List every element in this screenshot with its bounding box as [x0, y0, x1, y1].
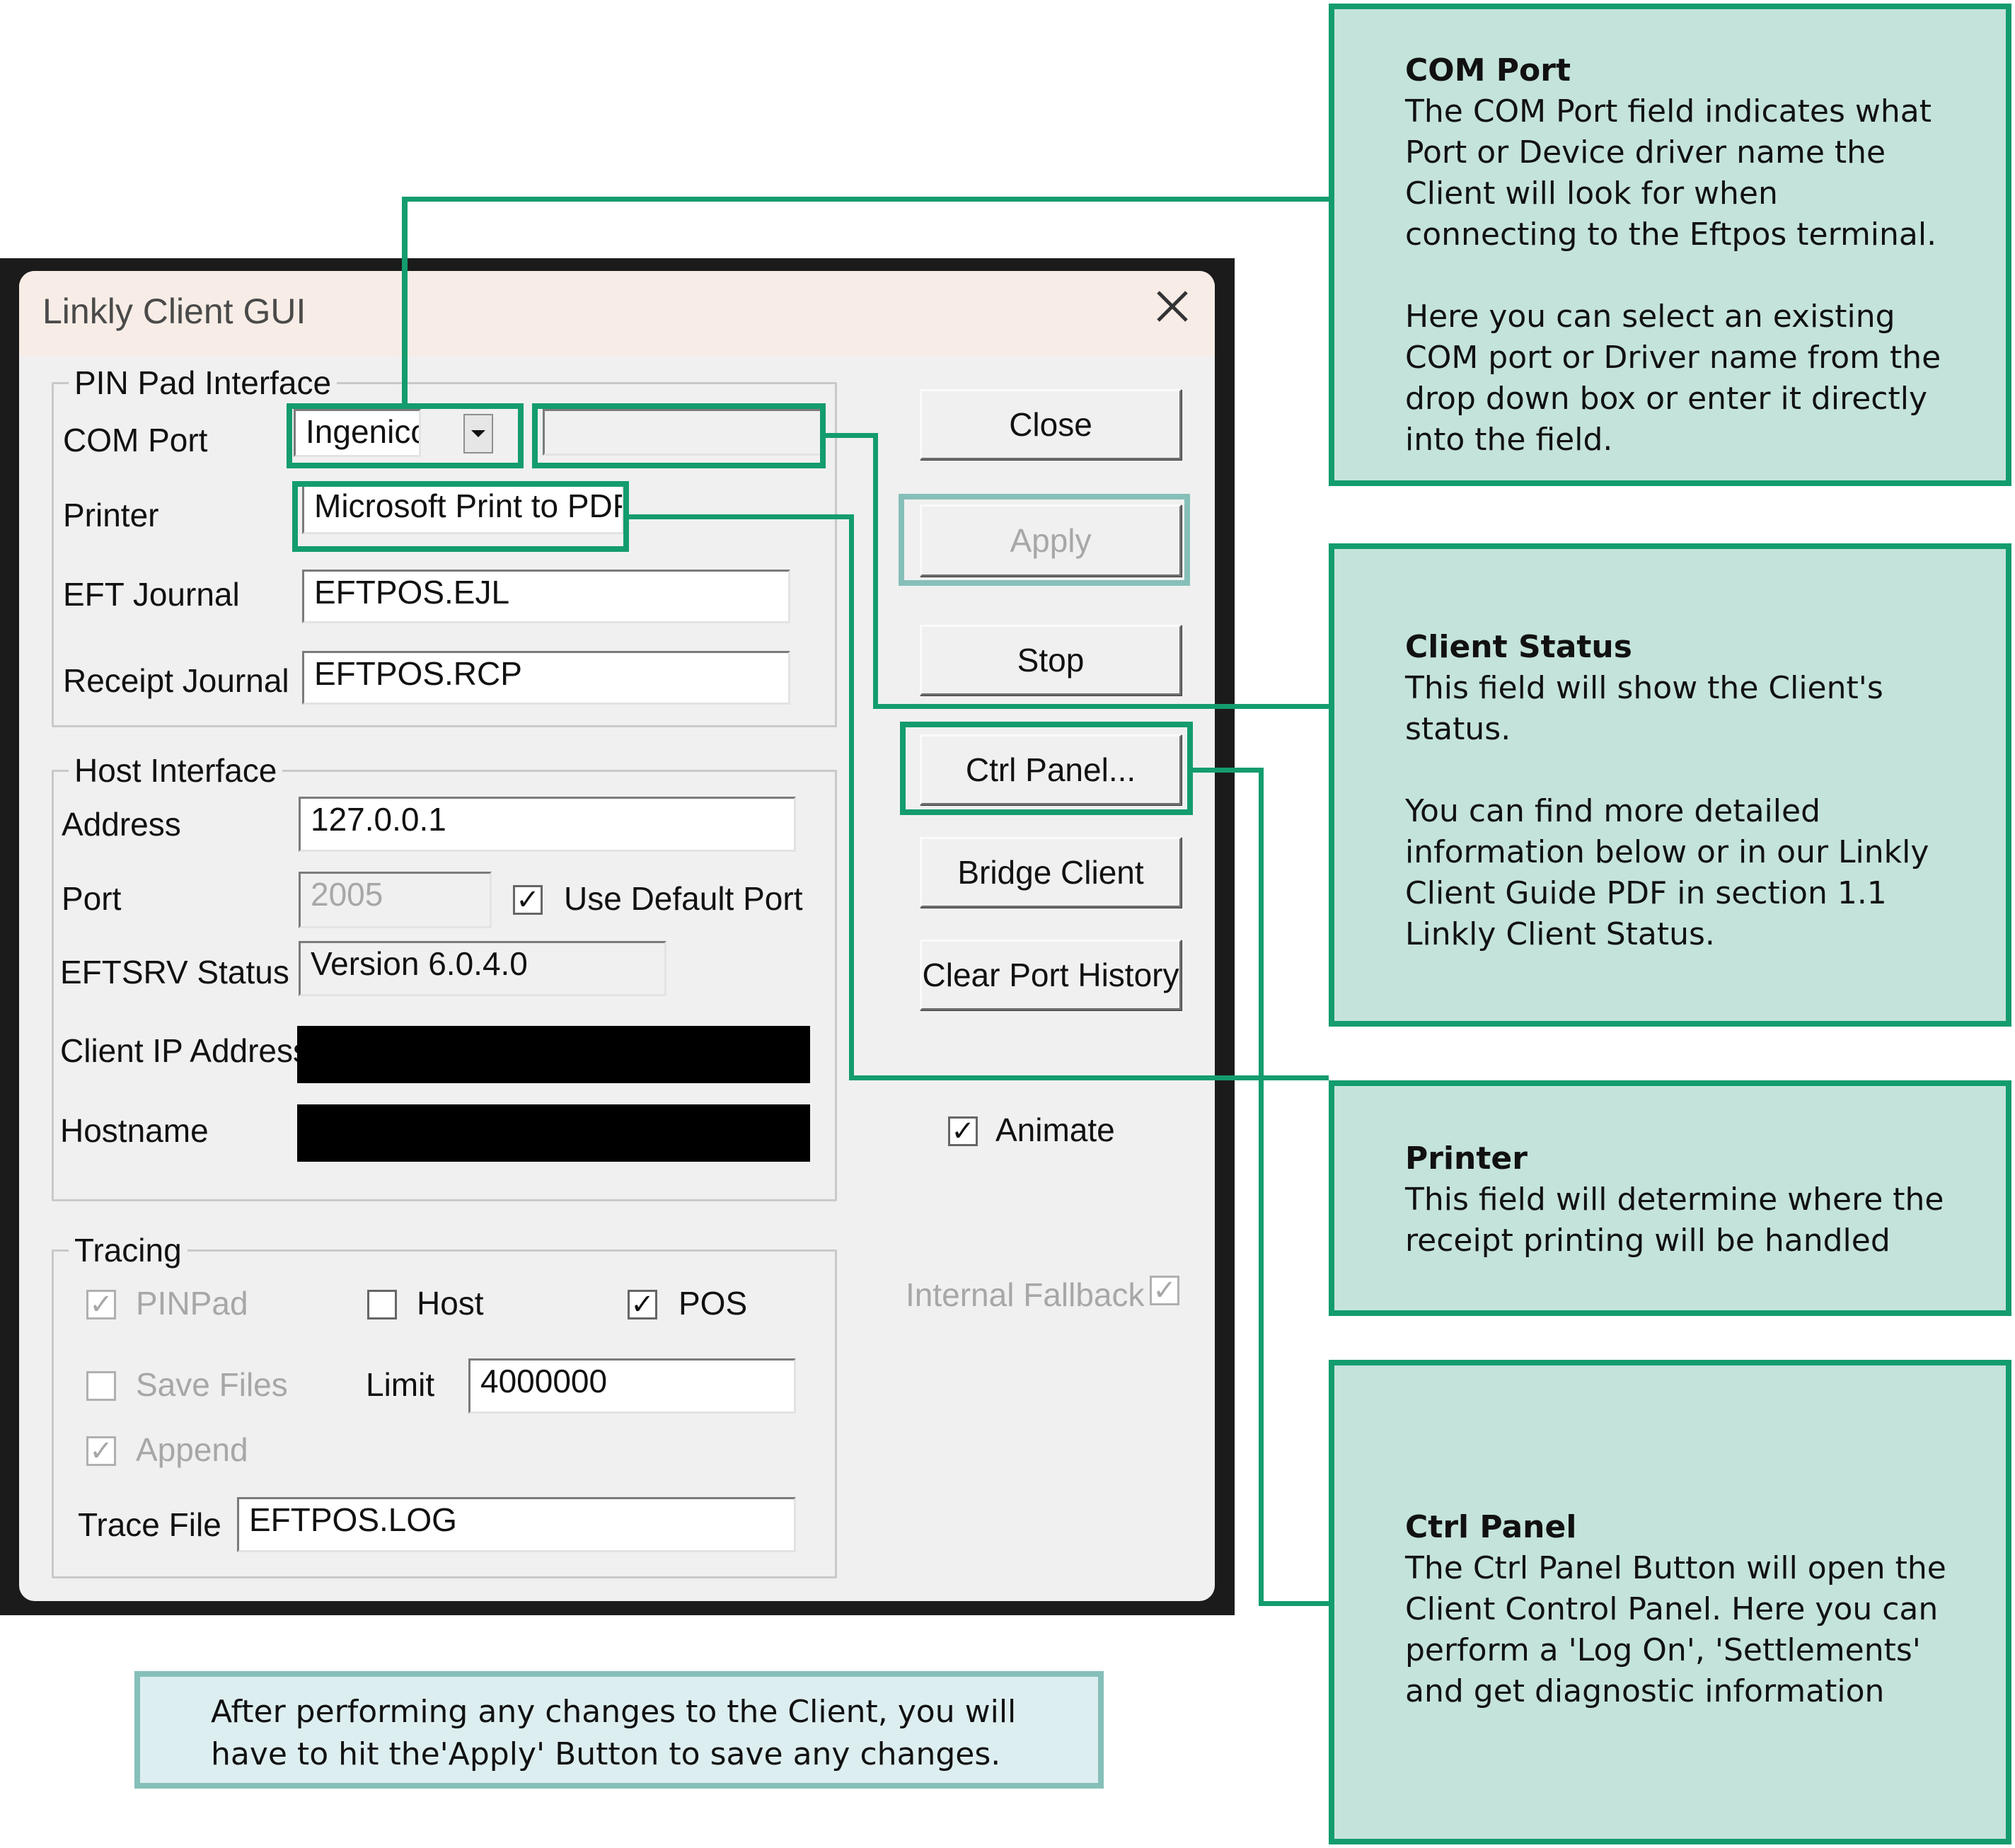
checkmark-icon: ✓: [89, 1436, 113, 1467]
callout-printer-title: Printer: [1405, 1140, 1528, 1177]
use-default-port-label: Use Default Port: [564, 880, 803, 917]
animate-checkbox[interactable]: ✓: [948, 1116, 978, 1146]
connector-printer: [849, 514, 854, 1080]
receipt-journal-field[interactable]: EFTPOS.RCP: [302, 651, 790, 705]
printer-highlight: [292, 481, 629, 552]
eftsrv-status-label: EFTSRV Status: [60, 954, 289, 991]
client-ip-label: Client IP Address: [60, 1032, 310, 1069]
save-files-checkbox[interactable]: [86, 1371, 116, 1401]
save-files-label: Save Files: [136, 1366, 288, 1403]
eft-journal-label: EFT Journal: [63, 576, 240, 613]
animate-label: Animate: [995, 1111, 1115, 1148]
receipt-journal-label: Receipt Journal: [63, 662, 289, 699]
trace-pinpad-label: PINPad: [136, 1285, 248, 1322]
close-button[interactable]: Close: [920, 389, 1182, 460]
callout-client-status: Client Status This field will show the C…: [1329, 543, 2011, 1027]
pinpad-legend: PIN Pad Interface: [69, 364, 337, 402]
printer-label: Printer: [63, 497, 159, 533]
callout-ctrl-panel-title: Ctrl Panel: [1405, 1509, 1577, 1545]
connector-ctrl-panel: [1193, 768, 1264, 773]
port-field[interactable]: 2005: [299, 872, 492, 928]
apply-note: After performing any changes to the Clie…: [134, 1671, 1104, 1789]
internal-fallback-label: Internal Fallback: [906, 1276, 1145, 1313]
callout-com-port-title: COM Port: [1405, 52, 1571, 88]
callout-client-status-body: This field will show the Client's status…: [1405, 670, 1929, 952]
trace-host-checkbox[interactable]: [367, 1290, 397, 1319]
address-field[interactable]: 127.0.0.1: [299, 797, 796, 852]
callout-ctrl-panel: Ctrl Panel The Ctrl Panel Button will op…: [1329, 1360, 2011, 1844]
clear-port-history-button[interactable]: Clear Port History: [920, 940, 1182, 1010]
bridge-client-button[interactable]: Bridge Client: [920, 837, 1182, 908]
host-legend: Host Interface: [69, 751, 283, 790]
eftsrv-status-field: Version 6.0.4.0: [299, 941, 666, 996]
trace-pos-label: POS: [679, 1285, 748, 1322]
title-bar: Linkly Client GUI: [19, 271, 1215, 356]
callout-com-port-body: The COM Port field indicates what Port o…: [1405, 93, 1941, 458]
connector-ctrl-panel: [1259, 1601, 1329, 1606]
append-checkbox[interactable]: ✓: [86, 1436, 116, 1466]
append-label: Append: [136, 1431, 248, 1468]
checkmark-icon: ✓: [1153, 1275, 1177, 1306]
use-default-port-checkbox[interactable]: ✓: [513, 885, 543, 915]
client-ip-redacted: [297, 1026, 810, 1083]
hostname-redacted: [297, 1104, 810, 1162]
callout-com-port: COM Port The COM Port field indicates wh…: [1329, 4, 2011, 486]
linkly-client-dialog: Linkly Client GUI PIN Pad Interface COM …: [19, 271, 1215, 1601]
trace-host-label: Host: [417, 1285, 484, 1322]
stop-button[interactable]: Stop: [920, 625, 1182, 695]
window-title: Linkly Client GUI: [42, 291, 306, 331]
checkmark-icon: ✓: [89, 1289, 113, 1320]
tracing-legend: Tracing: [69, 1231, 187, 1269]
com-port-label: COM Port: [63, 422, 208, 458]
checkmark-icon: ✓: [630, 1289, 654, 1320]
internal-fallback-checkbox[interactable]: ✓: [1150, 1276, 1179, 1305]
limit-label: Limit: [366, 1366, 435, 1403]
limit-field[interactable]: 4000000: [468, 1358, 796, 1414]
port-label: Port: [62, 880, 122, 917]
address-label: Address: [62, 806, 181, 843]
connector-client-status: [873, 704, 1329, 709]
checkmark-icon: ✓: [516, 884, 540, 916]
callout-client-status-title: Client Status: [1405, 629, 1632, 665]
callout-printer: Printer This field will determine where …: [1329, 1080, 2011, 1316]
connector-printer: [849, 1075, 1329, 1080]
client-status-highlight: [532, 403, 826, 468]
connector-com-port: [402, 197, 408, 405]
checkmark-icon: ✓: [951, 1116, 975, 1147]
connector-com-port: [402, 197, 1329, 202]
apply-note-line1: After performing any changes to the Clie…: [211, 1694, 1017, 1730]
eft-journal-field[interactable]: EFTPOS.EJL: [302, 570, 790, 623]
com-port-highlight: [287, 403, 524, 468]
connector-printer: [629, 514, 854, 519]
callout-printer-body: This field will determine where the rece…: [1405, 1182, 1944, 1259]
ctrl-panel-highlight: [900, 722, 1193, 815]
hostname-label: Hostname: [60, 1112, 209, 1149]
trace-pinpad-checkbox[interactable]: ✓: [86, 1290, 116, 1319]
connector-client-status: [873, 433, 878, 709]
connector-ctrl-panel: [1259, 768, 1264, 1606]
trace-pos-checkbox[interactable]: ✓: [628, 1290, 657, 1319]
close-icon[interactable]: [1151, 285, 1194, 328]
trace-file-label: Trace File: [78, 1506, 221, 1543]
connector-client-status: [826, 433, 877, 438]
trace-file-field[interactable]: EFTPOS.LOG: [237, 1497, 796, 1552]
apply-note-line2: have to hit the'Apply' Button to save an…: [211, 1736, 1001, 1772]
apply-highlight: [899, 494, 1190, 586]
callout-ctrl-panel-body: The Ctrl Panel Button will open the Clie…: [1405, 1550, 1946, 1709]
